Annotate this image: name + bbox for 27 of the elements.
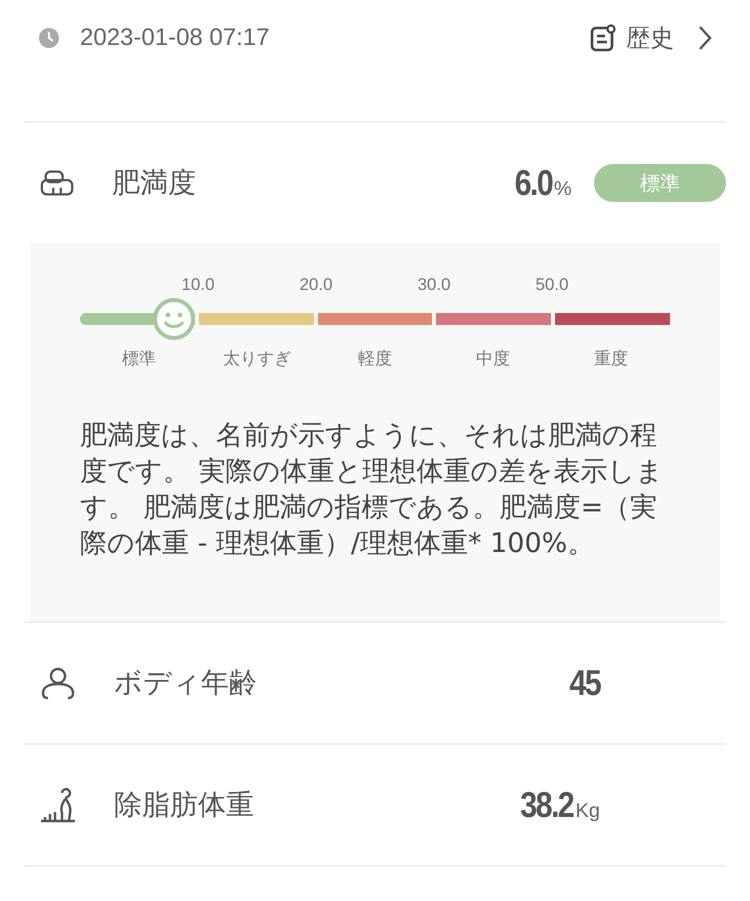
metric-value: 6.0 — [514, 162, 552, 204]
scale-icon — [40, 168, 74, 198]
date-time: 2023-01-08 07:17 — [80, 24, 270, 52]
chevron-right-icon — [698, 24, 712, 50]
metric-label: ボディ年齢 — [114, 665, 258, 701]
metric-label: 肥満度 — [112, 165, 198, 201]
metric-value: 45 — [569, 662, 600, 704]
segment-label: 軽度 — [357, 348, 393, 370]
description-text: 肥満度は、名前が示すように、それは肥満の程度です。 実際の体重と理想体重の差を表示します。 肥満度は肥満の指標である。肥満度=（実際の体重 - 理想体重）/理想体重* 100%。 — [80, 419, 664, 561]
scale-tick: 50.0 — [534, 275, 570, 295]
body-chart-icon — [40, 787, 76, 823]
segment-label: 重度 — [593, 348, 629, 370]
segment-label: 太りすぎ — [222, 348, 292, 370]
segment-label: 標準 — [121, 348, 157, 370]
scale-tick: 20.0 — [298, 275, 334, 295]
person-icon — [40, 665, 76, 701]
scale-tick: 30.0 — [416, 275, 452, 295]
metric-label: 除脂肪体重 — [114, 787, 255, 823]
scale-tick: 10.0 — [180, 275, 216, 295]
history-button[interactable]: 歴史 — [590, 22, 712, 54]
unit-label: % — [554, 178, 572, 201]
segment-label: 中度 — [475, 348, 511, 370]
note-icon — [590, 24, 616, 52]
metric-value: 38.2 — [520, 784, 574, 826]
status-badge: 標準 — [594, 164, 726, 202]
unit-label: Kg — [576, 800, 600, 823]
clock-icon — [38, 26, 60, 48]
